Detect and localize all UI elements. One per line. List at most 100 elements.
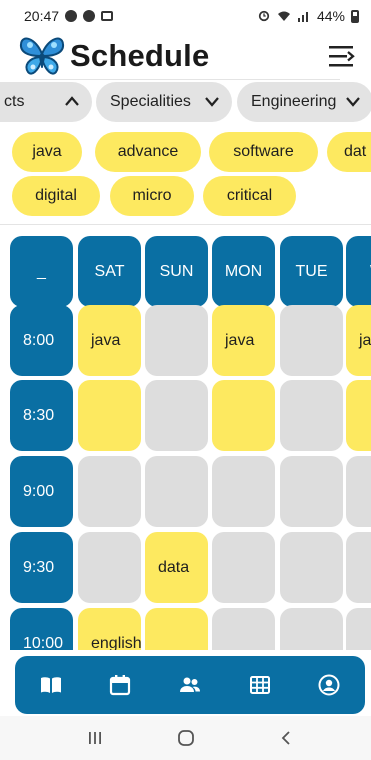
tag-chip[interactable]: software	[209, 132, 318, 172]
time-slot: 9:00	[10, 456, 73, 527]
tag-chip[interactable]: java	[12, 132, 82, 172]
day-header: SUN	[145, 236, 208, 307]
schedule-cell-empty[interactable]	[78, 532, 141, 603]
day-header: SAT	[78, 236, 141, 307]
time-slot-label: 10:00	[23, 634, 64, 651]
filter-engineering-dropdown[interactable]: Engineering	[237, 82, 371, 122]
schedule-cell-empty[interactable]	[145, 305, 208, 376]
time-slot: 8:00	[10, 305, 73, 376]
day-header-label: TUE	[295, 262, 328, 280]
time-slot-label: 8:30	[23, 406, 55, 424]
schedule-cell-filled[interactable]	[78, 380, 141, 451]
time-slot-label: 9:30	[23, 558, 55, 576]
grid-corner: _	[10, 236, 73, 307]
schedule-cell-empty[interactable]	[212, 532, 275, 603]
status-bar: 20:47 44%	[0, 0, 371, 32]
schedule-cell-filled[interactable]: java	[212, 305, 275, 376]
schedule-cell-empty[interactable]	[280, 380, 343, 451]
schedule-cell-empty[interactable]	[280, 532, 343, 603]
time-slot: 10:00	[10, 608, 73, 650]
status-time: 20:47	[24, 8, 60, 24]
schedule-cell-empty[interactable]	[212, 456, 275, 527]
grid-corner-label: _	[37, 262, 46, 280]
tag-label: critical	[226, 187, 273, 204]
tag-label: digital	[35, 187, 77, 204]
status-right: 44%	[257, 8, 359, 24]
tag-chip[interactable]: critical	[203, 176, 296, 216]
day-header-label: SUN	[159, 262, 194, 280]
time-slot: 9:30	[10, 532, 73, 603]
tag-label: dat	[344, 143, 367, 160]
schedule-cell-filled-label: data	[158, 558, 190, 576]
app-header: Schedule	[0, 32, 371, 80]
nav-calendar[interactable]	[108, 673, 132, 697]
battery-icon	[351, 9, 359, 23]
bottom-nav	[15, 656, 365, 714]
tag-chip[interactable]: digital	[12, 176, 100, 216]
filter-subjects-dropdown[interactable]: cts	[0, 82, 92, 122]
account-icon	[318, 674, 340, 696]
schedule-cell-filled[interactable]: java	[78, 305, 141, 376]
schedule-cell-filled[interactable]	[145, 608, 208, 650]
schedule-cell-empty[interactable]	[280, 608, 343, 650]
nav-table[interactable]	[248, 673, 272, 697]
recent-apps-icon	[89, 732, 101, 744]
tags-divider	[0, 224, 371, 225]
back-button[interactable]	[277, 728, 297, 748]
home-button[interactable]	[176, 728, 196, 748]
chevron-down-icon	[346, 97, 360, 107]
tag-chip[interactable]: advance	[95, 132, 201, 172]
schedule-cell-empty[interactable]	[280, 456, 343, 527]
filter-label: Specialities	[110, 93, 191, 110]
schedule-cell-filled[interactable]: data	[145, 532, 208, 603]
schedule-cell-empty[interactable]	[346, 608, 371, 650]
schedule-cell-empty[interactable]	[346, 532, 371, 603]
filter-row: cts Specialities Engineering	[0, 82, 371, 126]
day-header: MON	[212, 236, 275, 307]
tag-list: java advance software dat digital micro …	[0, 132, 371, 222]
alarm-icon	[258, 10, 270, 22]
schedule-cell-filled-label: java	[91, 331, 121, 349]
filter-specialities-dropdown[interactable]: Specialities	[96, 82, 232, 122]
menu-open-icon[interactable]	[327, 42, 357, 70]
book-icon	[41, 677, 61, 693]
tag-label: advance	[117, 143, 179, 160]
tag-chip[interactable]: micro	[110, 176, 194, 216]
day-header: W	[346, 236, 371, 307]
schedule-cell-filled-label: java	[225, 331, 255, 349]
nav-account[interactable]	[317, 673, 341, 697]
schedule-cell-filled[interactable]: ja	[346, 305, 371, 376]
schedule-cell-empty[interactable]	[145, 380, 208, 451]
nav-people[interactable]	[178, 673, 202, 697]
messenger-notification-icon	[65, 10, 78, 22]
schedule-cell-empty[interactable]	[212, 608, 275, 650]
schedule-cell-filled[interactable]: english	[78, 608, 142, 651]
back-icon	[281, 731, 290, 745]
schedule-cell-filled[interactable]	[346, 380, 371, 451]
schedule-cell-empty[interactable]	[145, 456, 208, 527]
signal-icon	[297, 12, 308, 22]
schedule-cell-empty[interactable]	[346, 456, 371, 527]
filter-label: Engineering	[251, 93, 337, 110]
schedule-cell-empty[interactable]	[78, 456, 141, 527]
schedule-cell-empty[interactable]	[280, 305, 343, 376]
day-header-label: MON	[224, 262, 263, 280]
tag-chip[interactable]: dat	[327, 132, 371, 172]
home-icon	[178, 730, 194, 746]
tag-label: java	[32, 143, 62, 160]
chevron-down-icon	[205, 97, 219, 107]
page-title: Schedule	[70, 38, 210, 73]
time-slot-label: 8:00	[23, 331, 55, 349]
schedule-cell-filled[interactable]	[212, 380, 275, 451]
recent-apps-button[interactable]	[85, 728, 105, 748]
battery-percent: 44%	[316, 8, 345, 24]
status-left: 20:47	[24, 8, 114, 24]
nav-book[interactable]	[39, 673, 63, 697]
tag-label: software	[233, 143, 294, 160]
table-icon	[250, 676, 270, 694]
time-slot: 8:30	[10, 380, 73, 451]
tag-label: micro	[132, 187, 172, 204]
schedule-cell-filled-label: english	[91, 634, 142, 651]
day-header-label: SAT	[94, 262, 125, 280]
filter-label: cts	[4, 93, 25, 110]
